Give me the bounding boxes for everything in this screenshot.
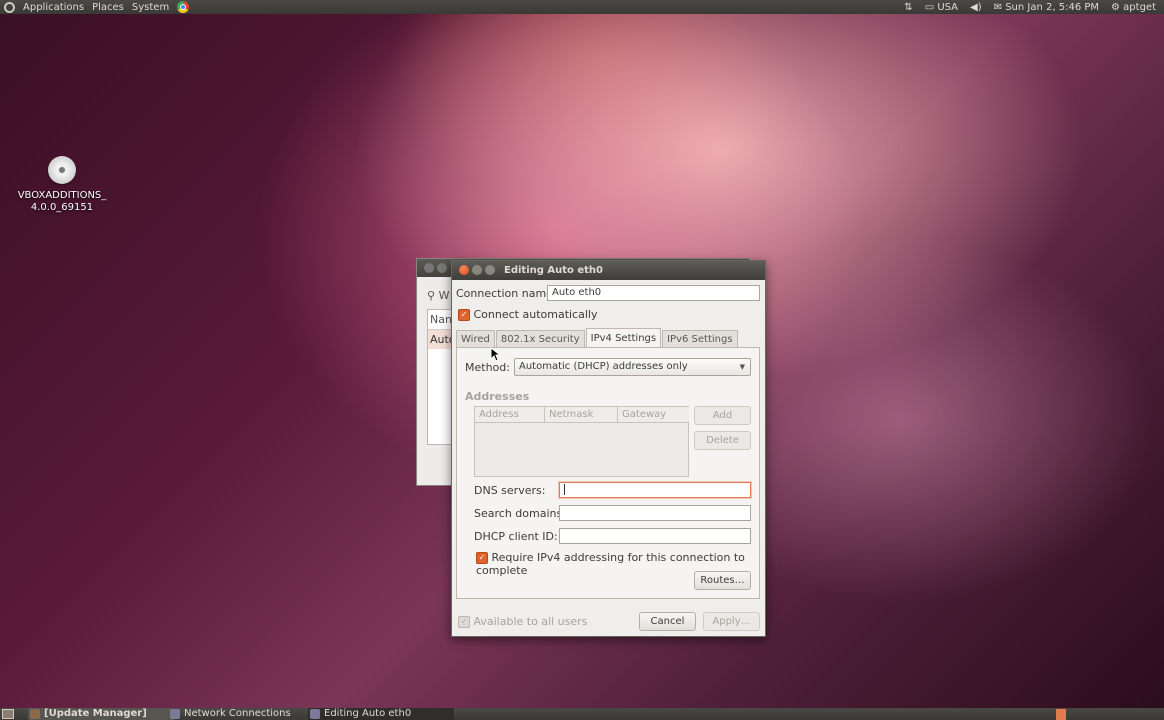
method-dropdown[interactable]: Automatic (DHCP) addresses only ▼ — [514, 358, 751, 376]
clock-label: Sun Jan 2, 5:46 PM — [1005, 1, 1100, 13]
bg-wired-icon: ⚲ — [427, 289, 436, 302]
keyboard-icon: ▭ — [924, 1, 935, 13]
editing-connection-dialog: Editing Auto eth0 Connection name: Auto … — [451, 260, 766, 637]
minimize-icon[interactable] — [472, 265, 482, 275]
cancel-button[interactable]: Cancel — [639, 612, 696, 631]
bg-wired-tab[interactable]: ⚲ W — [427, 289, 449, 302]
desktop-icon-label-2: 4.0.0_69151 — [30, 202, 94, 213]
close-icon[interactable] — [459, 265, 469, 275]
menu-system[interactable]: System — [132, 1, 169, 14]
text-caret — [564, 483, 565, 495]
clock-indicator[interactable]: ✉ Sun Jan 2, 5:46 PM — [994, 1, 1099, 14]
dns-servers-field[interactable] — [559, 482, 751, 498]
keyboard-layout-label: USA — [937, 1, 959, 13]
menu-places[interactable]: Places — [92, 1, 124, 14]
addresses-table[interactable]: Address Netmask Gateway — [474, 406, 689, 477]
connection-name-field[interactable]: Auto eth0 — [547, 285, 760, 301]
delete-button[interactable]: Delete — [694, 431, 751, 450]
addresses-heading: Addresses — [465, 390, 530, 403]
connection-name-label: Connection name: — [456, 287, 557, 300]
user-name: aptget — [1123, 1, 1156, 13]
taskbar-item-network-connections[interactable]: Network Connections — [168, 708, 314, 720]
dhcp-client-id-label: DHCP client ID: — [474, 530, 558, 543]
cd-disc-icon — [48, 156, 76, 184]
connect-automatically-label: Connect automatically — [473, 308, 598, 321]
tab-802-1x-security[interactable]: 802.1x Security — [495, 330, 585, 348]
method-dropdown-value: Automatic (DHCP) addresses only — [519, 361, 688, 372]
column-netmask[interactable]: Netmask — [545, 407, 618, 423]
desktop-icon-vboxadditions[interactable]: VBOXADDITIONS_ 4.0.0_69151 — [16, 156, 108, 214]
show-desktop-icon[interactable] — [2, 709, 14, 719]
taskbar-label: [Update Manager] — [44, 708, 147, 719]
tab-ipv6-settings[interactable]: IPv6 Settings — [662, 330, 738, 348]
keyboard-indicator[interactable]: ▭ USA — [925, 1, 958, 14]
column-address[interactable]: Address — [475, 407, 545, 423]
search-domains-label: Search domains: — [474, 507, 566, 520]
taskbar-label: Network Connections — [184, 708, 291, 719]
taskbar-item-update-manager[interactable]: [Update Manager] — [28, 708, 174, 720]
dialog-titlebar[interactable]: Editing Auto eth0 — [452, 261, 765, 280]
desktop-icon-label-1: VBOXADDITIONS_ — [17, 190, 107, 201]
available-to-all-users-label: Available to all users — [473, 615, 588, 628]
dialog-title: Editing Auto eth0 — [504, 265, 604, 276]
mail-icon: ✉ — [993, 1, 1003, 13]
checkbox-checked-icon: ✓ — [458, 309, 470, 321]
ubuntu-logo-icon[interactable] — [4, 1, 15, 13]
update-manager-icon — [30, 709, 40, 719]
checkbox-disabled-icon: ✓ — [458, 616, 470, 628]
add-button[interactable]: Add — [694, 406, 751, 425]
routes-button[interactable]: Routes… — [694, 571, 751, 590]
taskbar-item-editing-auto-eth0[interactable]: Editing Auto eth0 — [308, 708, 454, 720]
available-to-all-users-checkbox[interactable]: ✓ Available to all users — [458, 615, 587, 628]
chevron-down-icon: ▼ — [739, 363, 745, 371]
tab-ipv4-settings[interactable]: IPv4 Settings — [585, 328, 662, 348]
taskbar-label: Editing Auto eth0 — [324, 708, 412, 719]
maximize-icon[interactable] — [485, 265, 495, 275]
trash-icon[interactable] — [1056, 709, 1066, 720]
bg-close-icon[interactable] — [424, 263, 434, 273]
chrome-launcher-icon[interactable] — [177, 1, 190, 13]
dns-servers-label: DNS servers: — [474, 484, 546, 497]
column-gateway[interactable]: Gateway — [618, 407, 689, 423]
top-panel: Applications Places System ⇅ ▭ USA ◀) ✉ … — [0, 0, 1164, 14]
network-arrows-icon[interactable]: ⇅ — [904, 1, 912, 14]
tab-wired[interactable]: Wired — [456, 330, 495, 348]
ipv4-settings-panel: Method: Automatic (DHCP) addresses only … — [456, 347, 760, 599]
dhcp-client-id-field[interactable] — [559, 528, 751, 544]
bg-minimize-icon[interactable] — [437, 263, 447, 273]
network-icon — [310, 709, 320, 719]
gear-icon: ⚙ — [1111, 1, 1120, 13]
volume-icon[interactable]: ◀) — [970, 1, 982, 14]
bottom-panel: [Update Manager] Network Connections Edi… — [0, 708, 1164, 720]
menu-applications[interactable]: Applications — [23, 1, 84, 14]
user-menu[interactable]: ⚙ aptget — [1111, 1, 1156, 14]
checkbox-checked-icon: ✓ — [476, 552, 488, 564]
connect-automatically-checkbox[interactable]: ✓ Connect automatically — [458, 308, 597, 321]
mouse-pointer-icon — [490, 347, 500, 362]
network-icon — [170, 709, 180, 719]
search-domains-field[interactable] — [559, 505, 751, 521]
tab-bar: Wired 802.1x Security IPv4 Settings IPv6… — [456, 328, 739, 348]
apply-button[interactable]: Apply… — [703, 612, 760, 631]
method-label: Method: — [465, 361, 510, 374]
